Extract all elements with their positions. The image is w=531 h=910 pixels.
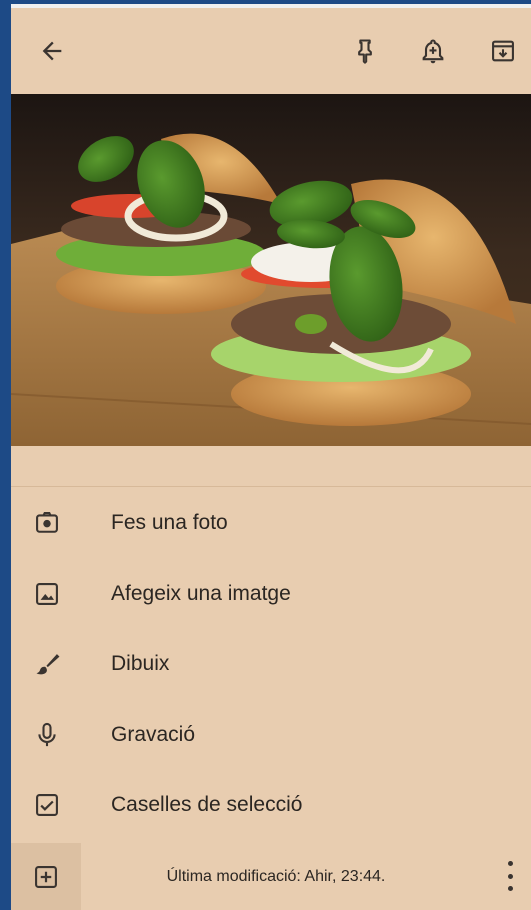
bottom-bar: Última modificació: Ahir, 23:44. <box>11 843 531 910</box>
burger-photo <box>11 94 531 446</box>
arrow-left-icon <box>42 41 62 61</box>
pin-icon <box>358 39 372 64</box>
toolbar <box>11 8 531 94</box>
image-icon <box>33 580 61 608</box>
more-options-button[interactable] <box>503 861 517 891</box>
menu-item-checkboxes[interactable]: Caselles de selecció <box>11 770 531 841</box>
checkbox-icon <box>33 791 61 819</box>
archive-icon <box>492 40 514 62</box>
menu-item-label: Dibuix <box>111 652 170 676</box>
note-body-area[interactable] <box>11 446 531 486</box>
brush-icon <box>33 650 61 678</box>
divider <box>11 486 531 487</box>
camera-icon <box>33 509 61 537</box>
back-button[interactable] <box>35 34 69 68</box>
add-box-icon <box>35 865 57 888</box>
pin-button[interactable] <box>348 34 382 68</box>
menu-item-take-photo[interactable]: Fes una foto <box>11 488 531 559</box>
menu-item-label: Fes una foto <box>111 511 228 535</box>
menu-item-add-image[interactable]: Afegeix una imatge <box>11 559 531 630</box>
archive-button[interactable] <box>486 34 520 68</box>
menu-item-drawing[interactable]: Dibuix <box>11 629 531 700</box>
note-editor-screen: Fes una foto Afegeix una imatge Dibuix G… <box>11 4 531 910</box>
note-image[interactable] <box>11 94 531 446</box>
add-button[interactable] <box>11 843 81 910</box>
menu-item-label: Caselles de selecció <box>111 793 303 817</box>
menu-item-recording[interactable]: Gravació <box>11 700 531 771</box>
menu-item-label: Gravació <box>111 722 196 746</box>
reminder-button[interactable] <box>416 34 450 68</box>
bell-plus-icon <box>422 39 444 64</box>
add-menu: Fes una foto Afegeix una imatge Dibuix G… <box>11 488 531 841</box>
microphone-icon <box>33 721 61 749</box>
more-vert-icon <box>507 861 513 866</box>
menu-item-label: Afegeix una imatge <box>111 581 291 605</box>
last-modified-text: Última modificació: Ahir, 23:44. <box>166 867 386 885</box>
